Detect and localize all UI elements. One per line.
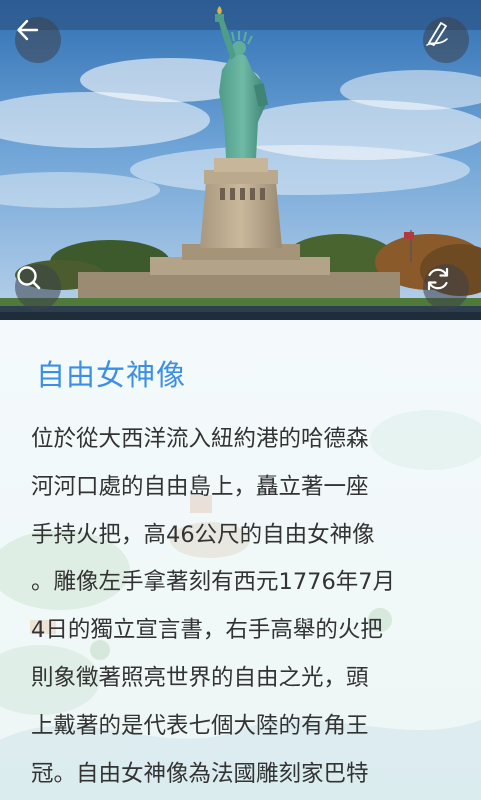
article-line: 河河口處的自由島上，矗立著一座 — [31, 473, 369, 500]
search-button[interactable] — [15, 264, 61, 310]
pen-edit-icon — [426, 22, 448, 46]
refresh-icon — [427, 267, 449, 291]
hero-photo — [0, 0, 481, 320]
article-line: 4日的獨立宣言書，右手高舉的火把 — [31, 617, 383, 644]
search-icon — [17, 266, 41, 290]
article-line: 上戴著的是代表七個大陸的有角王 — [31, 712, 369, 739]
statue-of-liberty-photo — [0, 0, 481, 320]
arrow-left-icon — [17, 19, 39, 41]
article-line: 位於從大西洋流入紐約港的哈德森 — [31, 426, 369, 452]
article-body: 位於從大西洋流入紐約港的哈德森 河河口處的自由島上，矗立著一座 手持火把，高46… — [31, 416, 451, 798]
edit-button[interactable] — [423, 17, 469, 63]
article-title: 自由女神像 — [36, 358, 187, 392]
article-line: 冠。自由女神像為法國雕刻家巴特 — [31, 760, 369, 787]
article-panel: 自由女神像 位於從大西洋流入紐約港的哈德森 河河口處的自由島上，矗立著一座 手持… — [0, 320, 481, 800]
refresh-button[interactable] — [423, 264, 469, 310]
article-line: 則象徵著照亮世界的自由之光，頭 — [31, 664, 369, 691]
back-button[interactable] — [15, 17, 61, 63]
article-line: 手持火把，高46公尺的自由女神像 — [31, 521, 375, 548]
article-line: 。雕像左手拿著刻有西元1776年7月 — [31, 569, 396, 596]
